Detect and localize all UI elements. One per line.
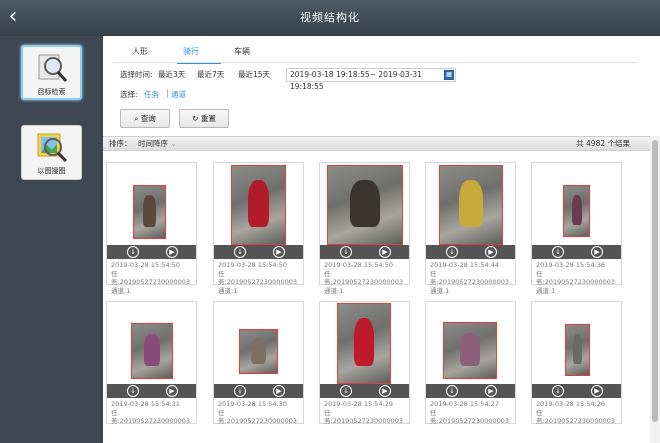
card-info: 2019-03-28 15:54:26 任务:20190527230000003 [536, 400, 615, 425]
download-icon[interactable]: ↓ [234, 246, 246, 258]
divider [113, 62, 638, 63]
scrollbar[interactable] [650, 136, 660, 443]
refresh-icon: ↻ [192, 114, 199, 123]
magnifier-icon [38, 54, 68, 82]
result-card[interactable]: ↓ ▶ 2019-03-28 15:54:29 任务:20190527230000… [319, 301, 410, 425]
sidebar: 目标检索 以图搜图 [0, 36, 103, 443]
card-info: 2019-03-28 15:54:27 任务:20190527230000003 [430, 400, 509, 425]
download-icon[interactable]: ↓ [340, 246, 352, 258]
download-icon[interactable]: ↓ [127, 246, 139, 258]
select-label: 选择: [120, 90, 138, 99]
card-controls: ↓ ▶ [107, 384, 196, 398]
download-icon[interactable]: ↓ [552, 246, 564, 258]
result-card[interactable]: ↓ ▶ 2019-03-28 15:54:50 任务:20190527230000… [319, 162, 410, 295]
sort-dropdown[interactable]: 时间降序 ⌄ [138, 137, 177, 150]
result-count: 共 4982 个结果 [576, 139, 630, 148]
sidebar-item-label: 以图搜图 [37, 167, 66, 175]
query-button[interactable]: ⌕ 查询 [120, 109, 170, 128]
result-card[interactable]: ↓ ▶ 2019-03-28 15:54:50 任务:20190527230000… [213, 162, 304, 295]
time-option-3days[interactable]: 最近3天 [158, 69, 185, 80]
result-card[interactable]: ↓ ▶ 2019-03-28 15:54:27 任务:20190527230000… [425, 301, 516, 425]
time-option-15days[interactable]: 最近15天 [238, 69, 270, 80]
play-icon[interactable]: ▶ [591, 385, 603, 397]
card-controls: ↓ ▶ [320, 384, 409, 398]
date-range-input[interactable]: 2019-03-18 19:18:55~ 2019-03-31 19:18:55… [286, 68, 456, 91]
divider [167, 89, 168, 98]
thumbnail[interactable] [426, 302, 515, 384]
result-card[interactable]: ↓ ▶ 2019-03-28 15:54:31 任务:20190527230000… [106, 301, 197, 425]
card-controls: ↓ ▶ [532, 384, 621, 398]
card-controls: ↓ ▶ [426, 384, 515, 398]
result-card[interactable]: ↓ ▶ 2019-03-28 15:54:44 任务:20190527230000… [425, 162, 516, 295]
tab-riding[interactable]: 骑行 [183, 46, 199, 57]
download-icon[interactable]: ↓ [446, 385, 458, 397]
download-icon[interactable]: ↓ [340, 385, 352, 397]
sidebar-item-label: 目标检索 [37, 88, 66, 96]
image-search-icon [37, 133, 68, 163]
page-title: 视频结构化 [300, 11, 360, 24]
play-icon[interactable]: ▶ [485, 246, 497, 258]
card-controls: ↓ ▶ [107, 245, 196, 259]
play-icon[interactable]: ▶ [485, 385, 497, 397]
card-controls: ↓ ▶ [320, 245, 409, 259]
play-icon[interactable]: ▶ [379, 385, 391, 397]
thumbnail[interactable] [426, 163, 515, 245]
select-task-link[interactable]: 任务 [144, 89, 159, 100]
result-card[interactable]: ↓ ▶ 2019-03-28 15:54:50 任务:20190527230000… [106, 162, 197, 295]
sort-label: 排序： [109, 139, 132, 148]
time-option-7days[interactable]: 最近7天 [197, 69, 224, 80]
results-grid: ↓ ▶ 2019-03-28 15:54:50 任务:20190527230000… [103, 152, 650, 443]
tab-bar: 人形 骑行 车辆 [103, 42, 643, 64]
card-controls: ↓ ▶ [426, 245, 515, 259]
sidebar-item-image-search[interactable]: 以图搜图 [21, 125, 82, 180]
title-bar: ‹ 视频结构化 [0, 0, 660, 36]
play-icon[interactable]: ▶ [591, 246, 603, 258]
play-icon[interactable]: ▶ [273, 246, 285, 258]
card-info: 2019-03-28 15:54:31 任务:20190527230000003 [111, 400, 190, 425]
download-icon[interactable]: ↓ [234, 385, 246, 397]
calendar-icon[interactable]: ▦ [444, 70, 454, 80]
thumbnail[interactable] [532, 163, 621, 245]
date-range-value: 2019-03-18 19:18:55~ 2019-03-31 19:18:55 [290, 70, 422, 91]
sidebar-item-target-search[interactable]: 目标检索 [21, 45, 82, 100]
card-controls: ↓ ▶ [214, 384, 303, 398]
select-channel-link[interactable]: 通道 [171, 89, 186, 100]
thumbnail[interactable] [107, 163, 196, 245]
play-icon[interactable]: ▶ [166, 246, 178, 258]
tab-vehicle[interactable]: 车辆 [234, 46, 250, 57]
play-icon[interactable]: ▶ [166, 385, 178, 397]
thumbnail[interactable] [320, 302, 409, 384]
card-info: 2019-03-28 15:54:36 任务:20190527230000003 通… [536, 261, 615, 295]
chevron-down-icon: ⌄ [170, 139, 177, 148]
thumbnail[interactable] [107, 302, 196, 384]
reset-button[interactable]: ↻ 重置 [179, 109, 229, 128]
scrollbar-thumb[interactable] [652, 140, 658, 422]
card-controls: ↓ ▶ [532, 245, 621, 259]
sort-bar: 排序： 时间降序 ⌄ 共 4982 个结果 [103, 136, 650, 151]
card-info: 2019-03-28 15:54:44 任务:20190527230000003 通… [430, 261, 509, 295]
thumbnail[interactable] [532, 302, 621, 384]
result-card[interactable]: ↓ ▶ 2019-03-28 15:54:30 任务:20190527230000… [213, 301, 304, 425]
card-info: 2019-03-28 15:54:30 任务:20190527230000003 [218, 400, 297, 425]
thumbnail[interactable] [214, 163, 303, 245]
play-icon[interactable]: ▶ [273, 385, 285, 397]
download-icon[interactable]: ↓ [552, 385, 564, 397]
search-icon: ⌕ [134, 114, 139, 123]
thumbnail[interactable] [320, 163, 409, 245]
download-icon[interactable]: ↓ [446, 246, 458, 258]
card-controls: ↓ ▶ [214, 245, 303, 259]
card-info: 2019-03-28 15:54:29 任务:20190527230000003 [324, 400, 403, 425]
card-info: 2019-03-28 15:54:50 任务:20190527230000003 通… [218, 261, 297, 295]
play-icon[interactable]: ▶ [379, 246, 391, 258]
thumbnail[interactable] [214, 302, 303, 384]
tab-pedestrian[interactable]: 人形 [132, 46, 148, 57]
time-label: 选择时间: [120, 70, 153, 79]
chevron-left-icon[interactable]: ‹ [6, 5, 20, 29]
card-info: 2019-03-28 15:54:50 任务:20190527230000003 通… [324, 261, 403, 295]
main-panel: 人形 骑行 车辆 选择时间: 最近3天 最近7天 最近15天 2019-03-1… [103, 36, 660, 443]
download-icon[interactable]: ↓ [127, 385, 139, 397]
card-info: 2019-03-28 15:54:50 任务:20190527230000003 通… [111, 261, 190, 295]
result-card[interactable]: ↓ ▶ 2019-03-28 15:54:36 任务:20190527230000… [531, 162, 622, 295]
result-card[interactable]: ↓ ▶ 2019-03-28 15:54:26 任务:20190527230000… [531, 301, 622, 425]
